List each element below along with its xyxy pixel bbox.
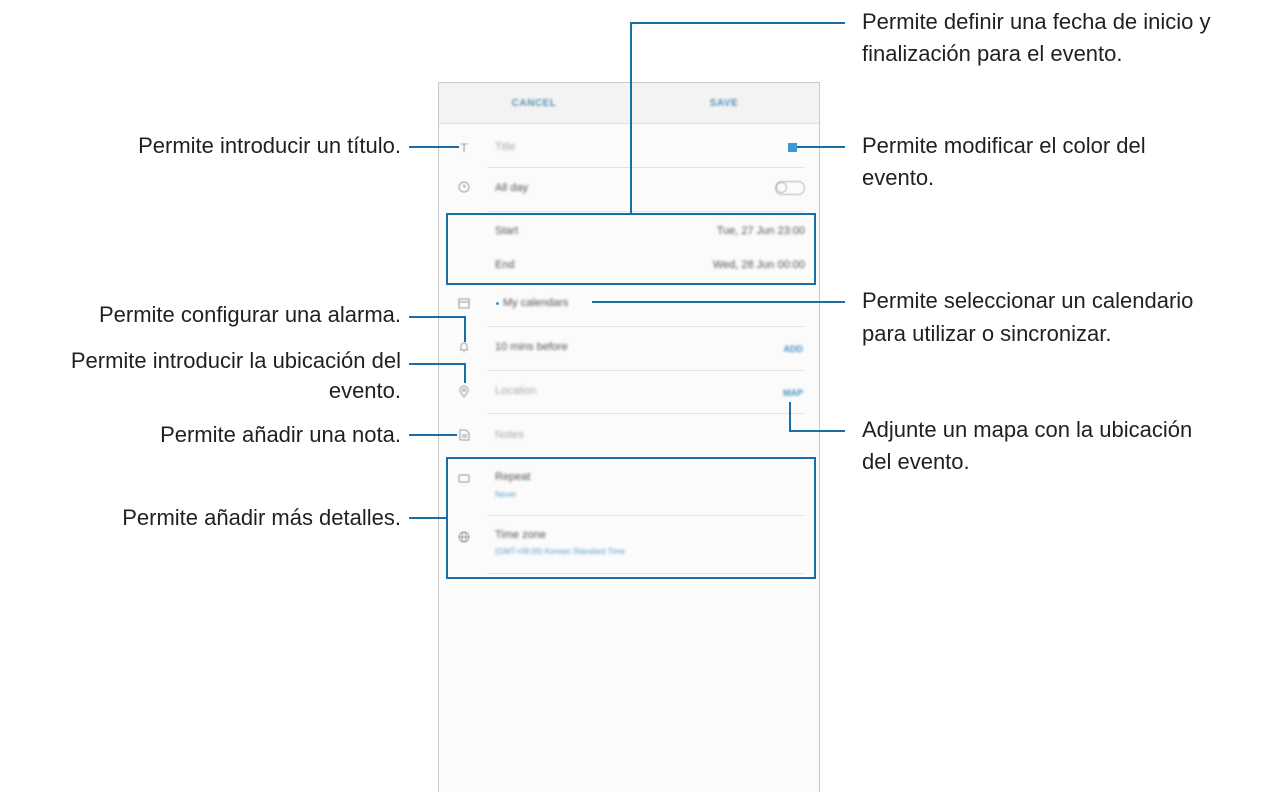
calendar-selector[interactable]: My calendars <box>503 297 568 309</box>
annotation-alarm: Permite configurar una alarma. <box>98 302 401 327</box>
leader-line <box>409 363 465 365</box>
leader-line <box>630 22 845 24</box>
details-highlight-box <box>446 457 816 579</box>
leader-line <box>409 146 459 148</box>
annotation-map-1: Adjunte un mapa con la ubicación <box>862 417 1193 442</box>
annotation-location-2: evento. <box>328 378 401 403</box>
annotation-note: Permite añadir una nota. <box>160 422 401 447</box>
divider <box>487 167 805 168</box>
note-icon <box>457 429 471 443</box>
leader-line <box>592 301 845 303</box>
divider <box>487 326 805 327</box>
leader-line <box>409 316 465 318</box>
title-input[interactable]: Title <box>495 141 515 153</box>
all-day-label: All day <box>495 182 529 194</box>
leader-line <box>789 430 845 432</box>
add-reminder-button[interactable]: ADD <box>784 344 804 354</box>
annotation-calendar-2: para utilizar o sincronizar. <box>862 321 1112 346</box>
leader-line <box>797 146 845 148</box>
annotation-date-1: Permite definir una fecha de inicio y <box>862 9 1211 34</box>
map-button[interactable]: MAP <box>783 388 803 398</box>
divider <box>487 211 805 212</box>
divider <box>487 370 805 371</box>
annotation-title: Permite introducir un título. <box>138 133 401 158</box>
annotation-location-1: Permite introducir la ubicación del <box>70 348 401 373</box>
leader-line <box>409 517 447 519</box>
calendar-icon <box>457 297 471 311</box>
divider <box>487 413 805 414</box>
leader-line <box>630 22 632 213</box>
clock-icon <box>457 181 471 195</box>
all-day-toggle[interactable] <box>775 181 805 195</box>
leader-line <box>789 402 791 432</box>
action-bar: CANCEL SAVE <box>439 83 819 124</box>
leader-line <box>464 363 466 383</box>
reminder-value[interactable]: 10 mins before <box>495 341 568 353</box>
annotation-map-2: del evento. <box>862 449 970 474</box>
bell-icon <box>457 341 471 355</box>
text-icon: T <box>460 141 468 155</box>
annotation-color-2: evento. <box>862 165 935 190</box>
event-color-button[interactable] <box>788 143 797 152</box>
annotation-date-2: finalización para el evento. <box>862 41 1123 66</box>
cancel-button[interactable]: CANCEL <box>439 83 629 123</box>
location-pin-icon <box>457 385 471 399</box>
leader-line <box>409 434 457 436</box>
save-button[interactable]: SAVE <box>629 83 819 123</box>
notes-input[interactable]: Notes <box>495 429 524 441</box>
annotation-calendar-1: Permite seleccionar un calendario <box>862 288 1194 313</box>
leader-line <box>464 316 466 342</box>
annotation-details: Permite añadir más detalles. <box>122 505 401 530</box>
date-highlight-box <box>446 213 816 285</box>
location-input[interactable]: Location <box>495 385 537 397</box>
annotation-color-1: Permite modificar el color del <box>862 133 1146 158</box>
event-editor-screen: CANCEL SAVE T Title All day Start Tue, 2… <box>438 82 820 792</box>
calendar-color-dot <box>496 302 499 305</box>
